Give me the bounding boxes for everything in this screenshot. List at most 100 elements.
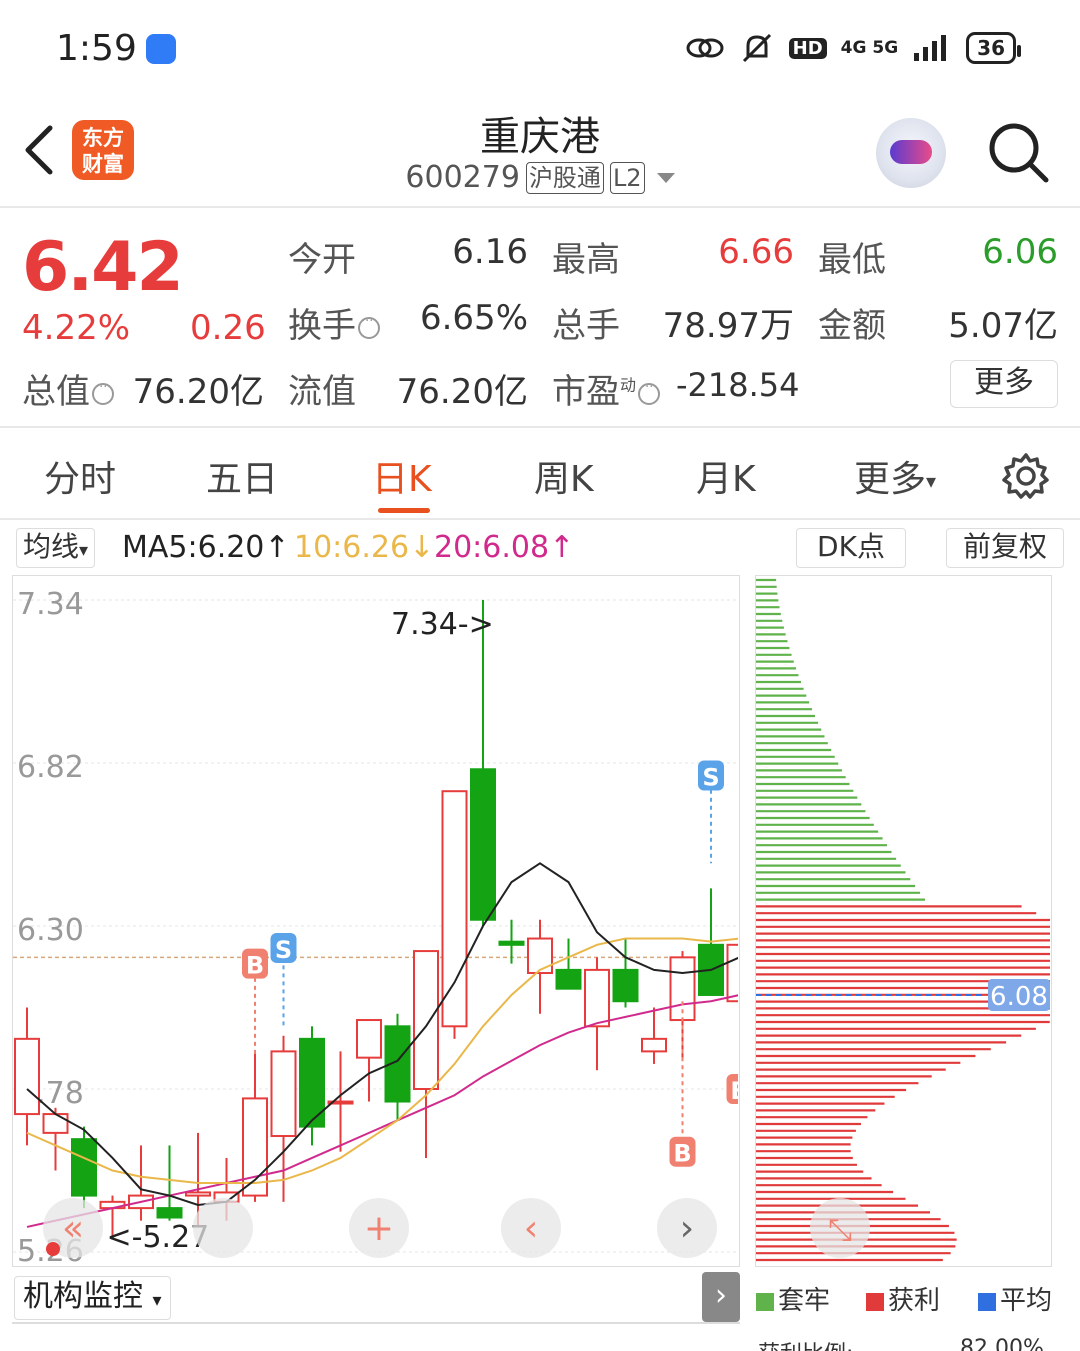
legend-profit: 获利 (866, 1280, 940, 1317)
tab-five-day[interactable]: 五日 (206, 450, 278, 502)
buy-signal: B (730, 1077, 738, 1105)
y-tick-label: 6.82 (17, 750, 84, 785)
candle-body (498, 940, 525, 946)
legend-average: 平均 (978, 1280, 1052, 1317)
ma20-value: 20:6.08↑ (434, 530, 575, 565)
float-label: 流值 (288, 372, 356, 412)
status-bar: 1:59 HD 4G 5G 36 (0, 0, 1080, 100)
stock-header: 东方 财富 重庆港 600279 沪股通 L2 (0, 100, 1080, 208)
ma-type-select[interactable]: 均线▾ (16, 528, 96, 568)
battery-icon: 36 (966, 32, 1021, 64)
plus-icon[interactable]: + (364, 1208, 394, 1249)
sell-signal: S (275, 936, 292, 964)
gear-icon[interactable] (1002, 452, 1050, 500)
chevron-down-icon: ▾ (926, 469, 937, 493)
high-value: 6.66 (718, 232, 794, 272)
tab-intraday[interactable]: 分时 (44, 450, 116, 502)
candle-body (641, 1037, 667, 1053)
turnover-value: 6.65% (419, 298, 528, 338)
double-chevron-left-icon[interactable]: « (62, 1208, 84, 1249)
legend-swatch-average (978, 1292, 996, 1311)
chevron-left-icon[interactable]: ‹ (524, 1208, 538, 1249)
chevron-down-icon: ▾ (152, 1290, 162, 1311)
pe-sup: 动 (620, 375, 637, 395)
connect-tag: 沪股通 (525, 161, 604, 194)
divider (12, 1322, 740, 1324)
candle-body (14, 1037, 40, 1116)
y-tick-label: 6.30 (17, 913, 84, 948)
candle-body (42, 1113, 69, 1134)
tab-weekly-k[interactable]: 周K (534, 450, 594, 502)
marker-dot (46, 1242, 60, 1256)
active-tab-indicator (378, 508, 430, 513)
candle-body (441, 790, 468, 1028)
stock-code: 600279 (405, 160, 520, 195)
chart-tabs: 分时 五日 日K 周K 月K 更多▾ (0, 430, 1080, 520)
pe-label[interactable]: 市盈动 (552, 364, 661, 413)
network-label: 4G 5G (840, 38, 899, 58)
pct-change: 4.22% (22, 308, 131, 348)
candle-body (527, 937, 553, 975)
hd-badge: HD (788, 37, 827, 59)
adjust-mode-button[interactable]: 前复权 (946, 528, 1064, 568)
chevron-down-icon (656, 172, 675, 183)
mktcap-label[interactable]: 总值 (22, 364, 114, 413)
low-label: 最低 (818, 240, 886, 280)
volume-value: 78.97万 (662, 306, 794, 346)
chip-distribution[interactable]: 6.08 ⤡ (755, 575, 1052, 1267)
ma-row: 均线▾ MA5:6.20↑ 10:6.26↓ 20:6.08↑ DK点 前复权 (0, 524, 1080, 572)
current-price: 6.42 (22, 228, 184, 307)
search-icon[interactable] (986, 120, 1050, 184)
avg-cost-label: 6.08 (990, 982, 1048, 1012)
amount-label: 金额 (818, 306, 886, 346)
link-app-icon (146, 34, 176, 64)
low-value: 6.06 (982, 232, 1058, 272)
chart-nav-button-bg[interactable] (193, 1198, 253, 1258)
ma5-value: MA5:6.20↑ (122, 530, 290, 565)
tab-monthly-k[interactable]: 月K (696, 450, 756, 502)
more-quote-button[interactable]: 更多 (950, 360, 1058, 408)
robot-assistant-icon[interactable] (876, 118, 946, 188)
turnover-label[interactable]: 换手 (288, 298, 380, 347)
dk-point-button[interactable]: DK点 (796, 528, 906, 568)
chevron-right-icon[interactable]: › (702, 1272, 740, 1322)
candle-body (71, 1138, 97, 1197)
high-annotation: 7.34-> (391, 607, 494, 642)
candle-body (270, 1050, 297, 1138)
amount-value: 5.07亿 (948, 306, 1058, 346)
legend-swatch-loss (756, 1292, 774, 1311)
chevron-right-icon[interactable]: › (680, 1208, 694, 1249)
buy-signal: B (246, 952, 264, 980)
signal-icon (914, 35, 947, 61)
candle-body (726, 943, 753, 1003)
candle-body (612, 968, 639, 1003)
info-icon (92, 380, 114, 405)
expand-arrows-icon[interactable]: ⤡ (828, 1213, 852, 1248)
y-tick-label: 7.34 (17, 587, 84, 622)
tab-daily-k[interactable]: 日K (372, 450, 432, 502)
chevron-down-icon: ▾ (79, 540, 89, 561)
quote-panel: 6.42 4.22% 0.26 今开 6.16 最高 6.66 最低 6.06 … (0, 210, 1080, 428)
kline-chart[interactable]: 7.346.826.305.785.267.34-><-5.27BSSBB«+‹… (12, 575, 753, 1269)
link-icon (686, 38, 724, 58)
candle-body (185, 1191, 211, 1197)
candle-body (413, 950, 439, 1091)
down-arrow-icon: ↓ (409, 530, 435, 565)
candle-body (356, 1019, 382, 1059)
profit-ratio-label: 获利比例: (758, 1336, 853, 1351)
info-icon (358, 314, 380, 339)
sell-signal: S (702, 764, 719, 792)
profit-ratio-value: 82.00% (960, 1336, 1044, 1351)
mute-bell-icon (742, 33, 771, 63)
candle-body (555, 968, 582, 990)
ma20-line (26, 993, 740, 1228)
volume-label: 总手 (552, 306, 620, 346)
bottom-row: 机构监控 ▾ › 套牢 获利 平均 获利比例: 82.00% (0, 1270, 1080, 1351)
level-tag: L2 (609, 161, 645, 194)
open-value: 6.16 (452, 232, 528, 272)
kline-svg[interactable]: 7.346.826.305.785.267.34-><-5.27BSSBB«+‹… (13, 576, 753, 1269)
status-icons: HD 4G 5G 36 (685, 30, 1021, 66)
institution-monitor-select[interactable]: 机构监控 ▾ (14, 1276, 171, 1320)
chip-distribution-svg: 6.08 ⤡ (756, 578, 1050, 1262)
tab-more[interactable]: 更多▾ (854, 450, 936, 502)
